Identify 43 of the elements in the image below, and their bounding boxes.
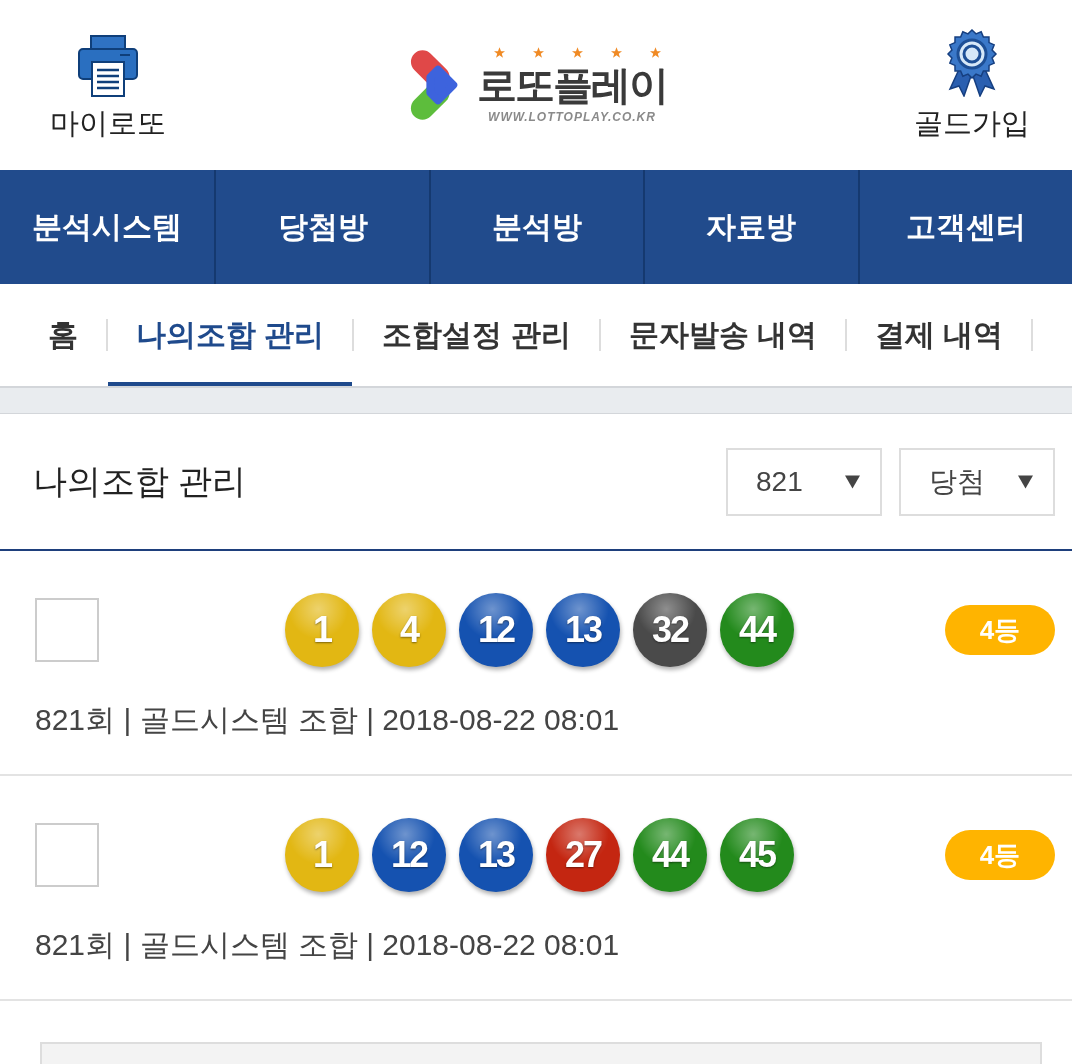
logo-text: 로또플레이: [477, 62, 667, 108]
checkbox[interactable]: [35, 823, 99, 887]
nav-tab[interactable]: 자료방: [643, 170, 858, 284]
dropdown-select[interactable]: 821: [726, 447, 882, 516]
rank-badge: 4등: [945, 605, 1055, 655]
number-ball: 44: [720, 593, 794, 667]
star-icon: [571, 46, 583, 58]
number-ball: 1: [285, 593, 359, 667]
nav-tab[interactable]: 분석방: [428, 170, 644, 284]
number-ball: 27: [546, 818, 620, 892]
nav-tab[interactable]: 고객센터: [857, 170, 1072, 284]
number-ball: 12: [459, 593, 533, 667]
printer-icon: [78, 35, 138, 97]
checkbox[interactable]: [35, 598, 99, 662]
number-ball: 44: [633, 818, 707, 892]
nav-tab[interactable]: 당첨방: [214, 170, 429, 284]
number-ball: 13: [546, 593, 620, 667]
section-title: 나의조합 관리: [33, 460, 247, 502]
award-ribbon-icon: [946, 29, 998, 97]
logo-url: WWW.LOTTOPLAY.CO.KR: [488, 110, 656, 124]
combination-info: 821회 | 골드시스템 조합 | 2018-08-22 08:01: [35, 702, 620, 738]
rank-badge: 4등: [945, 830, 1055, 880]
sub-tab[interactable]: 홈: [20, 284, 106, 386]
caret-icon: [1018, 474, 1033, 489]
number-ball: 1: [285, 818, 359, 892]
sub-tab[interactable]: 문자발송 내역: [600, 284, 846, 386]
number-ball: 32: [633, 593, 707, 667]
number-ball: 45: [720, 818, 794, 892]
number-ball: 4: [372, 593, 446, 667]
star-icon: [532, 46, 544, 58]
star-icon: [493, 46, 505, 58]
membership-join-link[interactable]: 골드가입: [914, 29, 1030, 141]
caret-icon: [845, 474, 860, 489]
my-lotto-link[interactable]: 마이로또: [50, 29, 166, 141]
number-ball: 12: [372, 818, 446, 892]
sub-tab[interactable]: 조합설정 관리: [354, 284, 599, 386]
number-ball: 13: [459, 818, 533, 892]
dropdown-select[interactable]: 당첨: [899, 447, 1055, 516]
star-icon: [610, 46, 622, 58]
star-icon: [649, 46, 661, 58]
combination-info: 821회 | 골드시스템 조합 | 2018-08-22 08:01: [35, 927, 620, 963]
sub-tab[interactable]: 결제 내역: [847, 284, 1032, 386]
nav-tab[interactable]: 분석시스템: [0, 170, 215, 284]
